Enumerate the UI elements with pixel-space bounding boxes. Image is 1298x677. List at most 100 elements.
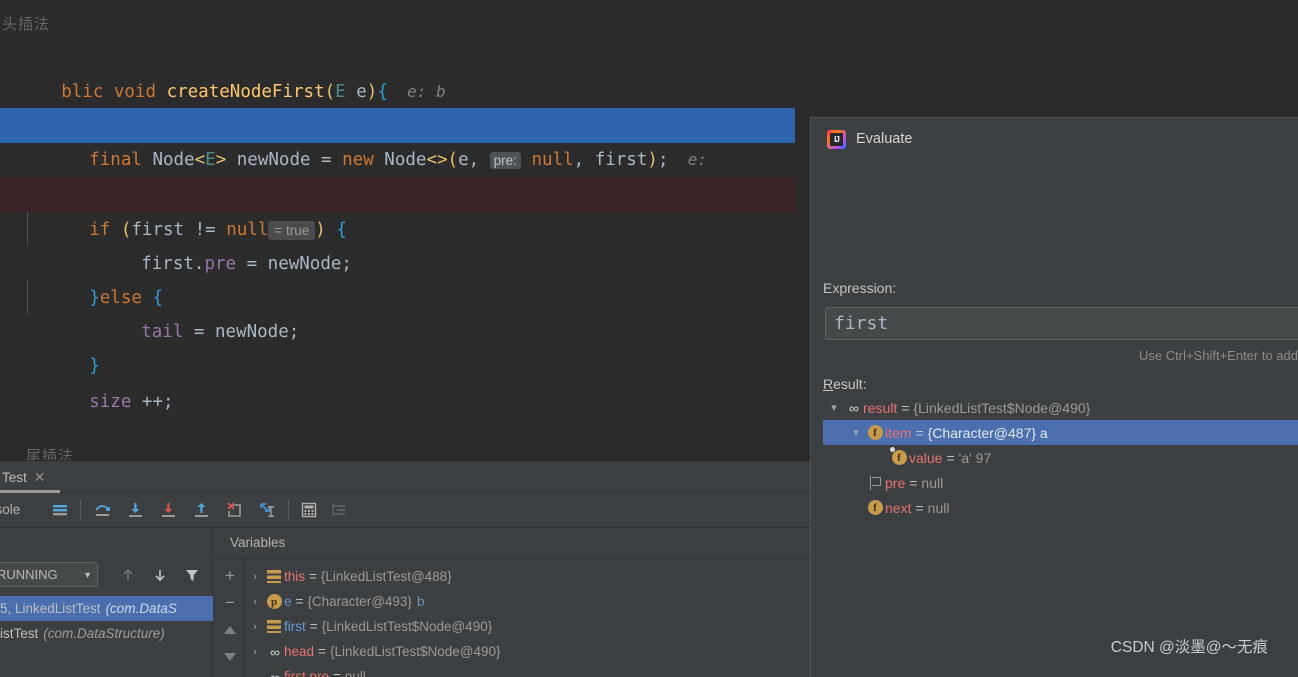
- expression-input-value: first: [834, 313, 889, 334]
- frame-row[interactable]: istTest (com.DataStructure): [0, 621, 213, 646]
- code-line-size-inc[interactable]: size ++;: [0, 350, 795, 412]
- result-name: value: [909, 449, 943, 466]
- evaluate-dialog: IJ Evaluate Expression: first Use Ctrl+S…: [810, 117, 1298, 677]
- result-label: Result:: [823, 376, 867, 392]
- variable-row-head[interactable]: › ∞ head = {LinkedListTest$Node@490}: [246, 639, 501, 664]
- result-row-result[interactable]: ▾ ∞ result = {LinkedListTest$Node@490}: [823, 395, 1298, 420]
- variable-name: first: [284, 619, 306, 634]
- console-tab-label[interactable]: nsole: [0, 502, 20, 517]
- chevron-right-icon[interactable]: ›: [246, 571, 264, 583]
- variable-row-this[interactable]: › this = {LinkedListTest@488}: [246, 564, 452, 589]
- frame-label: istTest: [0, 626, 39, 641]
- show-execution-point-icon[interactable]: [328, 498, 352, 522]
- equals-sign: =: [333, 669, 341, 677]
- arrow-down-icon[interactable]: [150, 565, 170, 585]
- drop-frame-icon[interactable]: [222, 498, 246, 522]
- frame-package: (com.DataS: [105, 601, 177, 616]
- variable-name: this: [284, 569, 306, 584]
- result-row-item[interactable]: ▾ f item = {Character@487} a: [823, 420, 1298, 445]
- variable-row-e[interactable]: › p e = {Character@493} b: [246, 589, 424, 614]
- indent-guide: [27, 212, 28, 246]
- frame-label: 5, LinkedListTest: [0, 601, 101, 616]
- watch-object-icon: ∞: [270, 668, 280, 677]
- variables-gutter: + −: [214, 559, 245, 677]
- code-line-first-decl[interactable]: final Node<E> first = head; first: Linke…: [0, 74, 795, 136]
- code-line-head-assign[interactable]: head = newNode;: [0, 142, 795, 204]
- run-to-cursor-icon[interactable]: [255, 498, 279, 522]
- code-line-tail-assign[interactable]: tail = newNode;: [0, 280, 795, 342]
- expression-input[interactable]: first: [825, 307, 1298, 340]
- add-icon[interactable]: +: [219, 565, 241, 587]
- chevron-right-icon[interactable]: ›: [246, 596, 264, 608]
- frame-package: (com.DataStructure): [43, 626, 165, 641]
- variable-value: {Character@493}: [307, 594, 412, 609]
- debug-tabstrip: Test ✕: [0, 461, 810, 493]
- step-over-icon[interactable]: [90, 498, 114, 522]
- parameter-icon: p: [264, 594, 284, 609]
- remove-icon[interactable]: −: [219, 592, 241, 614]
- chevron-down-icon[interactable]: ▼: [83, 570, 92, 580]
- variable-value: {LinkedListTest$Node@490}: [329, 644, 501, 659]
- variable-row-firstpre[interactable]: ∞ first.pre = null: [246, 664, 366, 677]
- result-value: {LinkedListTest$Node@490}: [913, 399, 1091, 416]
- field-group-icon: [264, 620, 284, 633]
- code-line-newnode-decl[interactable]: final Node<E> newNode = new Node<>(e, pr…: [0, 108, 795, 170]
- variable-name: e: [284, 594, 292, 609]
- chevron-down-icon[interactable]: ▾: [847, 426, 865, 439]
- chevron-down-icon[interactable]: ▾: [825, 401, 843, 414]
- code-line-first-pre[interactable]: first.pre = newNode;: [0, 212, 795, 274]
- variable-value-suffix: b: [416, 594, 425, 609]
- watermark: CSDN @淡墨@～无痕: [1110, 639, 1268, 656]
- equals-sign: =: [318, 644, 326, 659]
- code-line-close-brace[interactable]: }: [0, 314, 795, 376]
- move-up-icon[interactable]: [219, 619, 241, 641]
- equals-sign: =: [915, 424, 924, 441]
- result-label-mnemonic: R: [823, 376, 834, 392]
- result-row-value[interactable]: f value = 'a' 97: [823, 445, 1298, 470]
- step-into-icon[interactable]: [123, 498, 147, 522]
- toolbar-separator: [288, 500, 289, 520]
- variable-name: head: [284, 644, 315, 659]
- result-name: next: [885, 499, 912, 516]
- code-line-signature[interactable]: blic void createNodeFirst(E e){ e: b: [0, 40, 795, 102]
- code-line-else[interactable]: }else {: [0, 246, 795, 308]
- toolbar-separator: [80, 500, 81, 520]
- equals-sign: =: [295, 594, 304, 609]
- filter-icon[interactable]: [182, 565, 202, 585]
- debug-panes: RUNNING ▼ 5, LinkedListTest (com.DataS i…: [0, 527, 810, 677]
- close-icon[interactable]: ✕: [34, 469, 46, 486]
- shortcut-hint: Use Ctrl+Shift+Enter to add: [1139, 348, 1298, 363]
- code-editor[interactable]: 头插法 blic void createNodeFirst(E e){ e: b…: [0, 0, 795, 460]
- equals-sign: =: [901, 399, 910, 416]
- move-down-icon[interactable]: [219, 646, 241, 668]
- step-out-icon[interactable]: [189, 498, 213, 522]
- evaluate-dialog-title: Evaluate: [856, 131, 913, 147]
- field-modified-icon: f: [889, 447, 909, 465]
- result-name: item: [885, 424, 912, 441]
- watch-object-icon: ∞: [270, 643, 280, 660]
- chevron-right-icon[interactable]: ›: [246, 621, 264, 633]
- evaluate-expression-icon[interactable]: [297, 498, 321, 522]
- force-step-into-icon[interactable]: [156, 498, 180, 522]
- result-row-pre[interactable]: pre = null: [823, 470, 1298, 495]
- divider: [214, 558, 810, 559]
- code-line-if[interactable]: if (first != null = true) {: [0, 178, 795, 240]
- evaluate-dialog-titlebar: IJ Evaluate: [827, 126, 912, 152]
- tab-test[interactable]: Test ✕: [0, 461, 56, 493]
- equals-sign: =: [915, 499, 924, 516]
- intellij-idea-icon: IJ: [827, 129, 846, 149]
- result-label-rest: esult:: [833, 376, 867, 392]
- arrow-up-icon[interactable]: [118, 565, 138, 585]
- variable-value: null: [344, 669, 366, 677]
- equals-sign: =: [909, 474, 918, 491]
- variable-row-first[interactable]: › first = {LinkedListTest$Node@490}: [246, 614, 492, 639]
- show-hide-frames-icon[interactable]: [48, 498, 72, 522]
- field-icon: f: [865, 500, 885, 515]
- chevron-right-icon[interactable]: ›: [246, 646, 264, 658]
- frames-pane: RUNNING ▼ 5, LinkedListTest (com.DataS i…: [0, 528, 213, 677]
- watch-object-icon: ∞: [849, 399, 859, 416]
- thread-selector[interactable]: RUNNING ▼: [0, 562, 98, 587]
- frame-row[interactable]: 5, LinkedListTest (com.DataS: [0, 596, 213, 621]
- equals-sign: =: [309, 569, 317, 584]
- result-row-next[interactable]: f next = null: [823, 495, 1298, 520]
